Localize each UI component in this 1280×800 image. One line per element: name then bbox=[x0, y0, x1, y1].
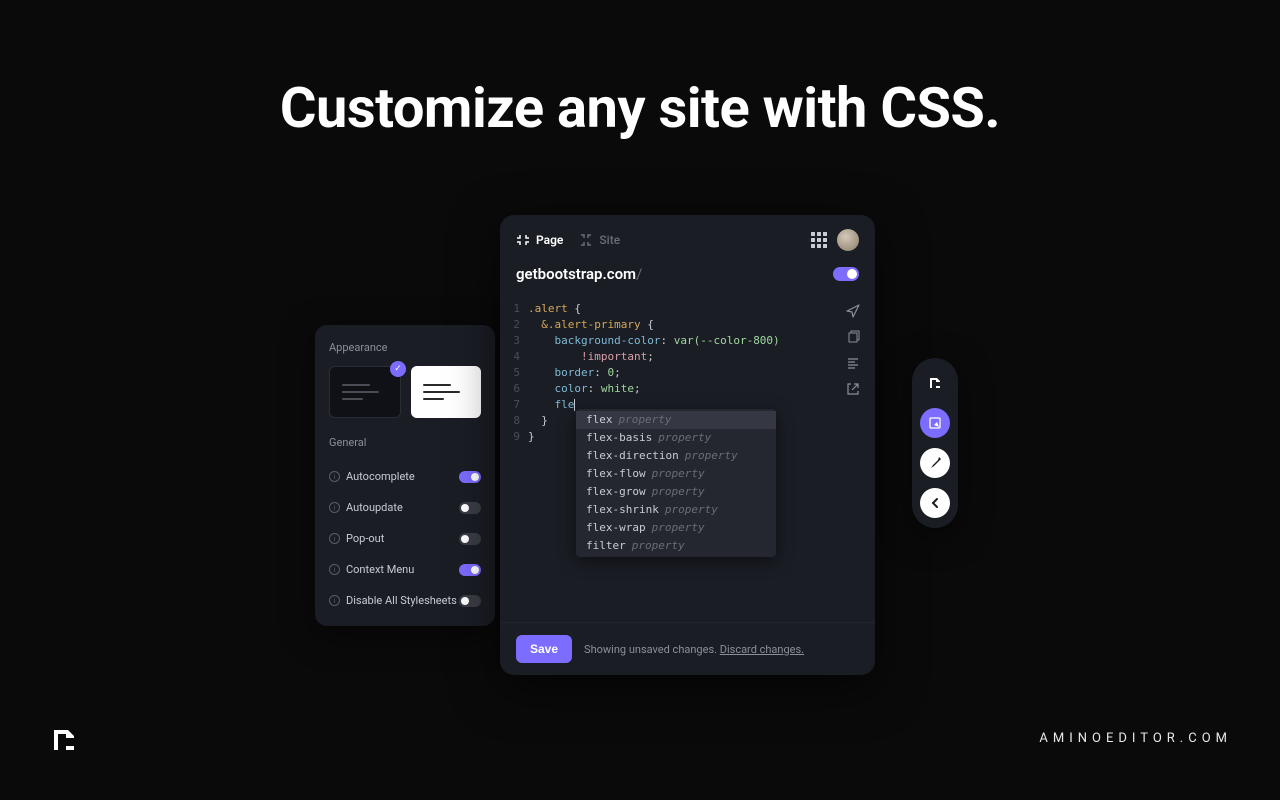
autocomplete-item[interactable]: flex-wrapproperty bbox=[576, 519, 776, 537]
info-icon[interactable]: i bbox=[329, 533, 340, 544]
brand-logo bbox=[48, 724, 80, 756]
setting-row-autocomplete: i Autocomplete bbox=[329, 461, 481, 492]
url-domain: getbootstrap.com bbox=[516, 265, 636, 283]
theme-light[interactable] bbox=[411, 366, 481, 418]
code-line[interactable]: color: white; bbox=[528, 381, 875, 397]
format-icon[interactable] bbox=[845, 355, 861, 371]
inspect-icon[interactable] bbox=[920, 408, 950, 438]
page-scope-icon bbox=[516, 233, 530, 247]
toggle-autoupdate[interactable] bbox=[459, 502, 481, 514]
theme-dark[interactable]: ✓ bbox=[329, 366, 401, 418]
code-line[interactable]: &.alert-primary { bbox=[528, 317, 875, 333]
setting-row-autoupdate: i Autoupdate bbox=[329, 492, 481, 523]
floating-toolbar bbox=[912, 358, 958, 528]
toggle-disable-all-stylesheets[interactable] bbox=[459, 595, 481, 607]
toggle-context-menu[interactable] bbox=[459, 564, 481, 576]
stylesheet-enable-toggle[interactable] bbox=[833, 267, 859, 281]
theme-picker: ✓ bbox=[329, 366, 481, 418]
save-button[interactable]: Save bbox=[516, 635, 572, 663]
code-line[interactable]: .alert { bbox=[528, 301, 875, 317]
unsaved-status: Showing unsaved changes. Discard changes… bbox=[584, 643, 804, 656]
tab-page[interactable]: Page bbox=[516, 233, 563, 247]
site-url: AMINOEDITOR.COM bbox=[1039, 731, 1232, 746]
info-icon[interactable]: i bbox=[329, 502, 340, 513]
setting-label: Autocomplete bbox=[346, 470, 415, 483]
tab-page-label: Page bbox=[536, 233, 563, 247]
code-line[interactable]: !important; bbox=[528, 349, 875, 365]
autocomplete-popup[interactable]: flexpropertyflex-basispropertyflex-direc… bbox=[576, 409, 776, 557]
autocomplete-item[interactable]: flex-basisproperty bbox=[576, 429, 776, 447]
setting-row-pop-out: i Pop-out bbox=[329, 523, 481, 554]
toggle-autocomplete[interactable] bbox=[459, 471, 481, 483]
site-scope-icon bbox=[579, 233, 593, 247]
general-label: General bbox=[329, 436, 481, 449]
current-url: getbootstrap.com/ bbox=[516, 265, 642, 283]
external-link-icon[interactable] bbox=[845, 381, 861, 397]
setting-row-context-menu: i Context Menu bbox=[329, 554, 481, 585]
avatar[interactable] bbox=[837, 229, 859, 251]
setting-label: Disable All Stylesheets bbox=[346, 594, 457, 607]
tab-site[interactable]: Site bbox=[579, 233, 620, 247]
code-editor[interactable]: 123456789 .alert { &.alert-primary { bac… bbox=[500, 297, 875, 622]
eyedropper-icon[interactable] bbox=[920, 448, 950, 478]
setting-label: Context Menu bbox=[346, 563, 414, 576]
code-line[interactable]: background-color: var(--color-800) bbox=[528, 333, 875, 349]
send-icon[interactable] bbox=[845, 303, 861, 319]
info-icon[interactable]: i bbox=[329, 595, 340, 606]
copy-icon[interactable] bbox=[845, 329, 861, 345]
autocomplete-item[interactable]: flex-directionproperty bbox=[576, 447, 776, 465]
autocomplete-item[interactable]: flex-growproperty bbox=[576, 483, 776, 501]
autocomplete-item[interactable]: flex-shrinkproperty bbox=[576, 501, 776, 519]
info-icon[interactable]: i bbox=[329, 471, 340, 482]
tab-site-label: Site bbox=[599, 233, 620, 247]
settings-panel: Appearance ✓ General i Autocomplete i Autou… bbox=[315, 325, 495, 626]
setting-label: Pop-out bbox=[346, 532, 384, 545]
toggle-pop-out[interactable] bbox=[459, 533, 481, 545]
autocomplete-item[interactable]: flex-flowproperty bbox=[576, 465, 776, 483]
info-icon[interactable]: i bbox=[329, 564, 340, 575]
setting-row-disable-all-stylesheets: i Disable All Stylesheets bbox=[329, 585, 481, 616]
check-icon: ✓ bbox=[390, 361, 406, 377]
apps-grid-icon[interactable] bbox=[811, 232, 827, 248]
editor-panel: Page Site getbootstrap.com/ 123456789 .a… bbox=[500, 215, 875, 675]
autocomplete-item[interactable]: flexproperty bbox=[576, 411, 776, 429]
setting-label: Autoupdate bbox=[346, 501, 403, 514]
amino-logo-icon[interactable] bbox=[920, 368, 950, 398]
appearance-label: Appearance bbox=[329, 341, 481, 354]
headline: Customize any site with CSS. bbox=[280, 75, 1000, 141]
collapse-icon[interactable] bbox=[920, 488, 950, 518]
url-path: / bbox=[636, 265, 642, 283]
autocomplete-item[interactable]: filterproperty bbox=[576, 537, 776, 555]
discard-changes-link[interactable]: Discard changes. bbox=[720, 643, 804, 656]
code-line[interactable]: border: 0; bbox=[528, 365, 875, 381]
